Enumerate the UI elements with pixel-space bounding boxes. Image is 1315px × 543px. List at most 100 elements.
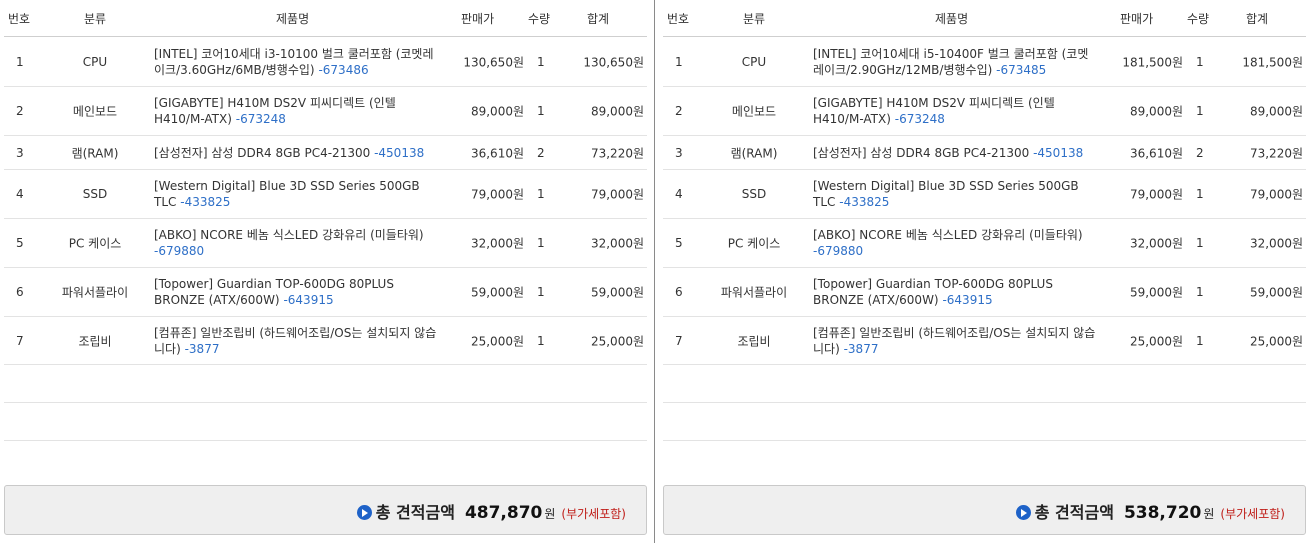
product-code-link[interactable]: -643915 — [283, 293, 333, 307]
estimate-panel-left: 번호 분류 제품명 판매가 수량 합계 1 CPU [INTEL] 코어10세대… — [4, 0, 647, 543]
table-row: 6 파워서플라이 [Topower] Guardian TOP-600DG 80… — [663, 268, 1306, 317]
row-num: 1 — [16, 54, 24, 69]
row-sum: 32,000원 — [1249, 236, 1303, 251]
row-sum: 59,000원 — [590, 285, 644, 300]
row-num: 1 — [675, 54, 683, 69]
product-code-link[interactable]: -433825 — [839, 195, 889, 209]
row-category: SSD — [741, 187, 767, 201]
table-row: 5 PC 케이스 [ABKO] NCORE 베놈 식스LED 강화유리 (미들타… — [663, 219, 1306, 268]
product-code-link[interactable]: -3877 — [844, 342, 879, 356]
product-code-link[interactable]: -450138 — [1033, 146, 1083, 160]
row-product-name: [삼성전자] 삼성 DDR4 8GB PC4-21300 -450138 — [813, 145, 1098, 161]
row-category: 램(RAM) — [730, 146, 778, 160]
row-sum: 59,000원 — [1249, 285, 1303, 300]
row-num: 7 — [675, 333, 683, 348]
row-num: 4 — [16, 187, 24, 201]
row-price: 130,650원 — [463, 55, 524, 69]
total-unit: 원 — [1203, 507, 1215, 521]
row-price: 181,500원 — [1122, 55, 1183, 69]
header-qty: 수량 — [528, 12, 551, 26]
row-num: 6 — [675, 285, 683, 299]
total-estimate-box: 총 견적금액 538,720 원 (부가세포함) — [663, 485, 1306, 535]
product-code-link[interactable]: -673486 — [318, 63, 368, 77]
row-category: PC 케이스 — [727, 236, 781, 251]
table-row: 1 CPU [INTEL] 코어10세대 i3-10100 벌크 쿨러포함 (코… — [4, 37, 647, 87]
row-price: 25,000원 — [470, 334, 524, 348]
row-price: 36,610원 — [470, 146, 524, 160]
header-category: 분류 — [743, 12, 766, 26]
header-category: 분류 — [84, 12, 107, 26]
empty-row — [4, 365, 647, 403]
row-num: 2 — [16, 104, 24, 118]
product-code-link[interactable]: -673248 — [236, 112, 286, 126]
product-code-link[interactable]: -433825 — [180, 195, 230, 209]
row-category: CPU — [741, 54, 767, 69]
header-price: 판매가 — [1120, 12, 1154, 26]
table-row: 7 조립비 [컴퓨존] 일반조립비 (하드웨어조립/OS는 설치되지 않습니다)… — [4, 317, 647, 365]
table-row: 2 메인보드 [GIGABYTE] H410M DS2V 피씨디렉트 (인텔H4… — [663, 87, 1306, 136]
row-sum: 130,650원 — [583, 55, 644, 69]
total-amount: 538,720 — [1123, 503, 1202, 523]
play-circle-icon — [356, 505, 372, 520]
row-price: 32,000원 — [470, 236, 524, 251]
total-label: 총 견적금액 — [375, 503, 455, 522]
product-name-text: [INTEL] 코어10세대 i5-10400F 벌크 쿨러포함 (코멧레이크/… — [813, 46, 1089, 77]
row-num: 5 — [16, 236, 24, 250]
product-name-text: [ABKO] NCORE 베놈 식스LED 강화유리 (미들타워) — [154, 228, 424, 242]
row-category: 조립비 — [737, 334, 771, 348]
product-name-text: [Topower] Guardian TOP-600DG 80PLUS BRON… — [154, 277, 394, 307]
row-price: 36,610원 — [1129, 146, 1183, 160]
header-num: 번호 — [667, 12, 690, 26]
product-code-link[interactable]: -673485 — [996, 63, 1046, 77]
empty-row — [663, 403, 1306, 441]
row-product-name: [컴퓨존] 일반조립비 (하드웨어조립/OS는 설치되지 않습니다) -3877 — [154, 325, 439, 357]
row-product-name: [INTEL] 코어10세대 i5-10400F 벌크 쿨러포함 (코멧레이크/… — [813, 46, 1098, 78]
row-price: 79,000원 — [1129, 187, 1183, 202]
row-sum: 181,500원 — [1242, 55, 1303, 69]
row-num: 4 — [675, 187, 683, 201]
row-num: 3 — [675, 145, 683, 160]
row-price: 59,000원 — [1129, 285, 1183, 300]
total-estimate-box: 총 견적금액 487,870 원 (부가세포함) — [4, 485, 647, 535]
row-product-name: [Topower] Guardian TOP-600DG 80PLUS BRON… — [813, 276, 1098, 308]
row-sum: 79,000원 — [590, 187, 644, 202]
product-code-link[interactable]: -643915 — [942, 293, 992, 307]
row-price: 89,000원 — [1129, 104, 1183, 119]
row-price: 59,000원 — [470, 285, 524, 300]
product-code-link[interactable]: -450138 — [374, 146, 424, 160]
play-circle-icon — [1015, 505, 1031, 520]
product-name-text: [ABKO] NCORE 베놈 식스LED 강화유리 (미들타워) — [813, 228, 1083, 242]
table-row: 1 CPU [INTEL] 코어10세대 i5-10400F 벌크 쿨러포함 (… — [663, 37, 1306, 87]
panel-divider — [654, 0, 655, 543]
table-row: 4 SSD [Western Digital] Blue 3D SSD Seri… — [663, 170, 1306, 219]
row-category: 파워서플라이 — [61, 285, 129, 300]
row-product-name: [Western Digital] Blue 3D SSD Series 500… — [154, 178, 439, 210]
product-name-text: [삼성전자] 삼성 DDR4 8GB PC4-21300 — [813, 145, 1030, 160]
product-code-link[interactable]: -679880 — [813, 244, 863, 258]
row-category: SSD — [82, 187, 108, 201]
empty-row — [663, 365, 1306, 403]
row-product-name: [INTEL] 코어10세대 i3-10100 벌크 쿨러포함 (코멧레이크/3… — [154, 46, 439, 78]
header-qty: 수량 — [1187, 12, 1210, 26]
row-sum: 32,000원 — [590, 236, 644, 251]
row-product-name: [GIGABYTE] H410M DS2V 피씨디렉트 (인텔H410/M-AT… — [154, 95, 439, 127]
product-code-link[interactable]: -673248 — [895, 112, 945, 126]
row-num: 2 — [675, 104, 683, 118]
header-name: 제품명 — [935, 12, 969, 26]
product-code-link[interactable]: -3877 — [185, 342, 220, 356]
row-category: 조립비 — [78, 334, 112, 348]
estimate-panel-right: 번호 분류 제품명 판매가 수량 합계 1 CPU [INTEL] 코어10세대… — [663, 0, 1306, 543]
header-sum: 합계 — [1246, 12, 1269, 26]
row-sum: 79,000원 — [1249, 187, 1303, 202]
table-row: 5 PC 케이스 [ABKO] NCORE 베놈 식스LED 강화유리 (미들타… — [4, 219, 647, 268]
row-category: CPU — [82, 54, 108, 69]
row-product-name: [ABKO] NCORE 베놈 식스LED 강화유리 (미들타워) -67988… — [813, 227, 1098, 259]
product-code-link[interactable]: -679880 — [154, 244, 204, 258]
row-category: 램(RAM) — [71, 146, 119, 160]
header-price: 판매가 — [461, 12, 495, 26]
row-sum: 25,000원 — [590, 334, 644, 348]
row-product-name: [Topower] Guardian TOP-600DG 80PLUS BRON… — [154, 276, 439, 308]
row-price: 79,000원 — [470, 187, 524, 202]
row-sum: 73,220원 — [1249, 146, 1303, 160]
row-category: 메인보드 — [72, 104, 118, 119]
